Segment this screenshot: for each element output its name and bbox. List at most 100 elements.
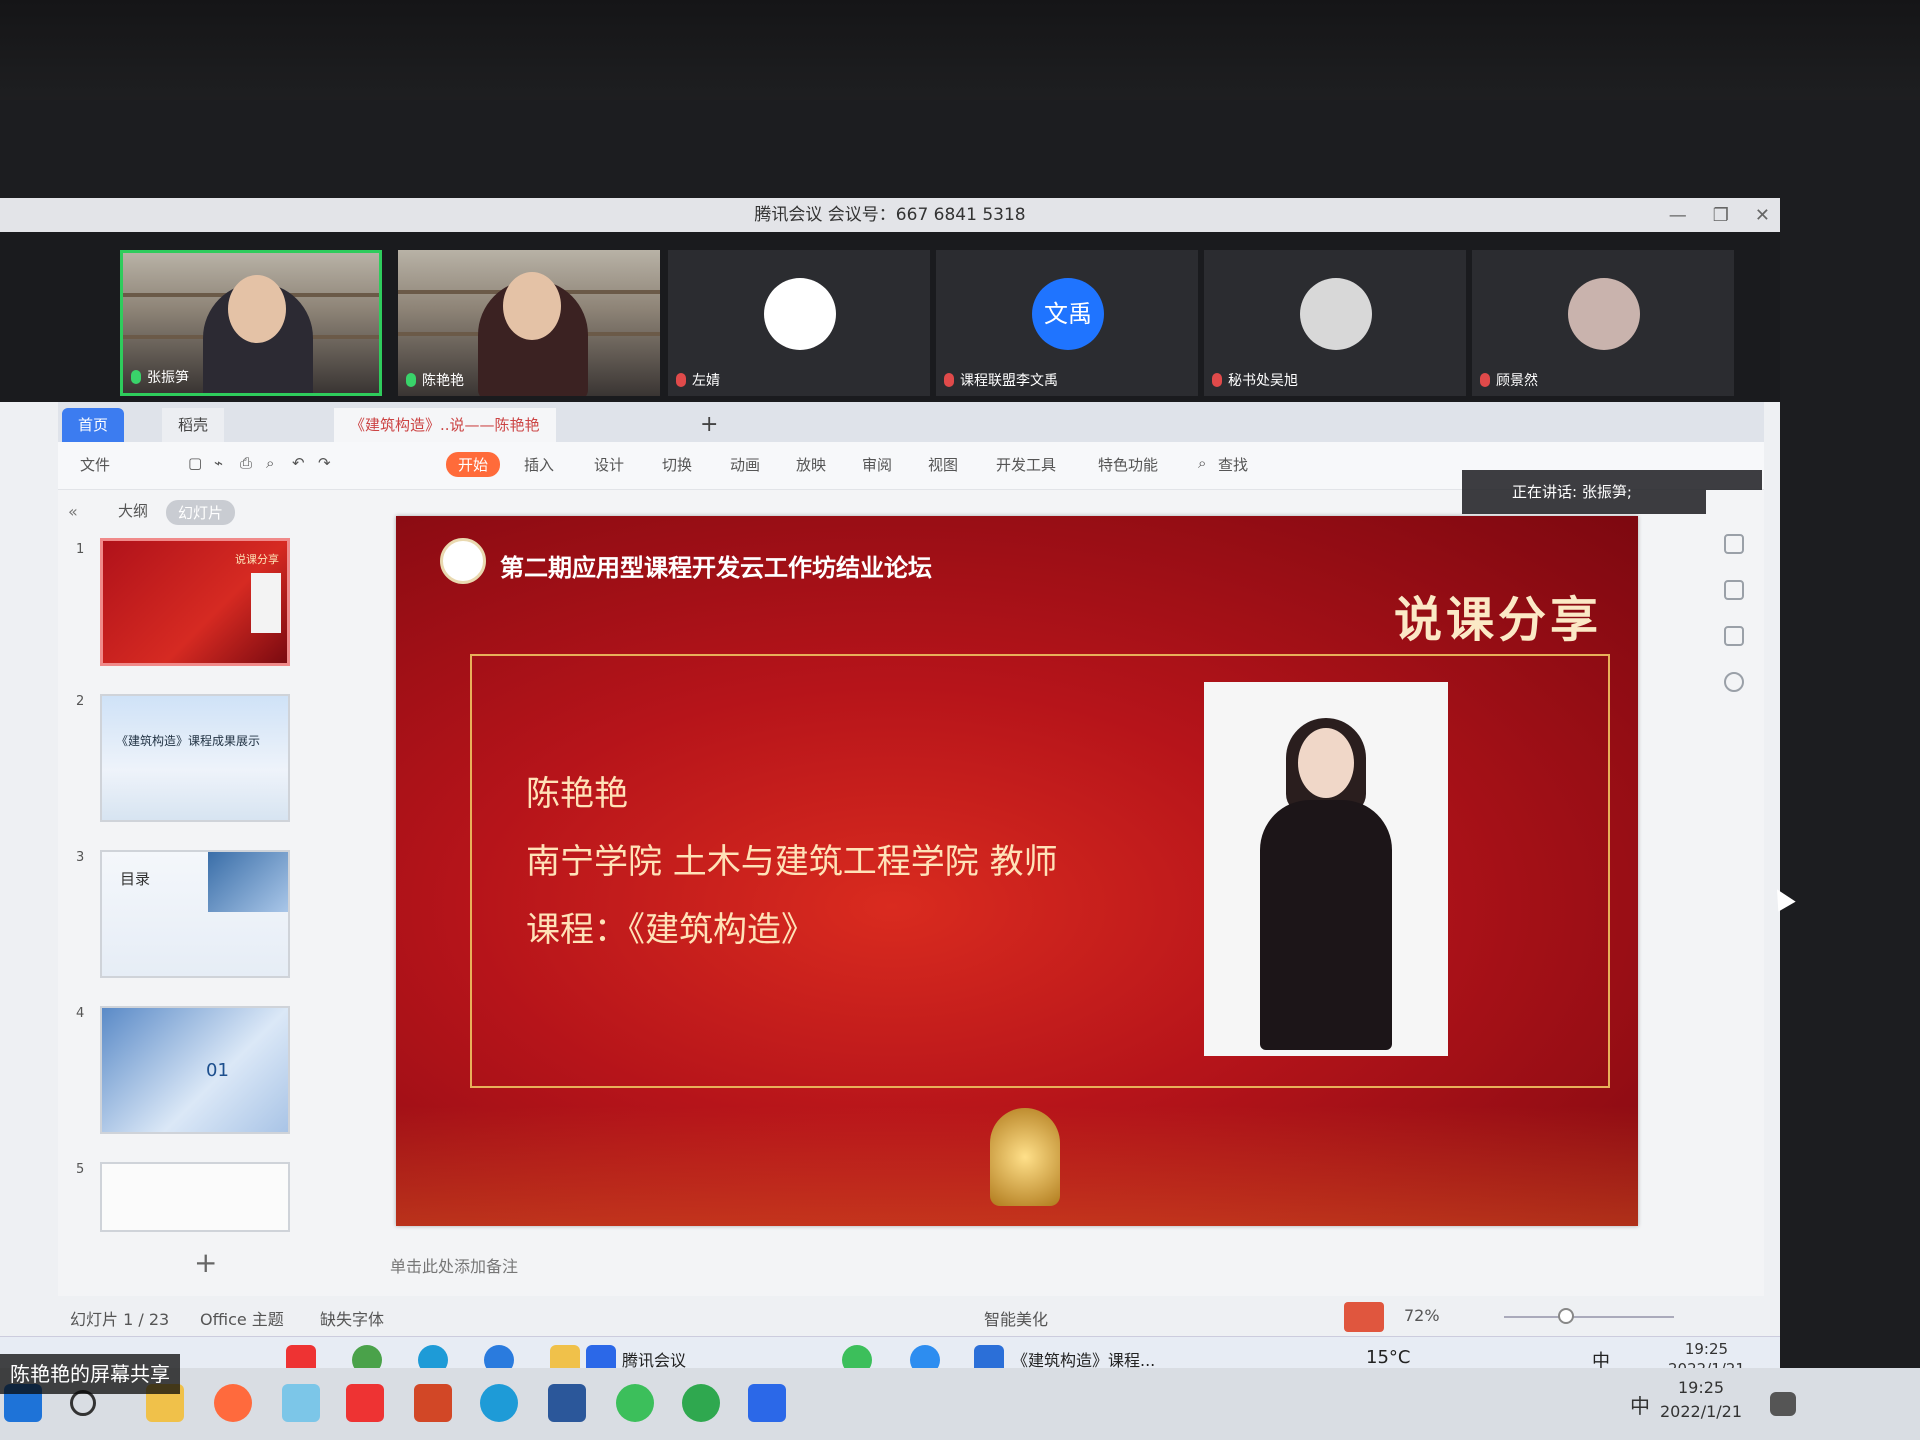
slide-thumbnail[interactable]: 《建筑构造》课程成果展示: [100, 694, 290, 822]
save-icon[interactable]: ▢: [188, 454, 202, 472]
preview-icon[interactable]: ⌕: [266, 454, 274, 472]
slide-thumbnail[interactable]: [100, 1162, 290, 1232]
menu-review[interactable]: 审阅: [862, 454, 892, 475]
kugou-icon[interactable]: [484, 1345, 514, 1368]
participant-name: 张振笋: [147, 370, 189, 386]
taskbar-wps-label[interactable]: 《建筑构造》课程...: [1012, 1347, 1155, 1368]
avatar: 文禹: [1032, 278, 1104, 350]
status-bar: 幻灯片 1 / 23 Office 主题 缺失字体 智能美化 72%: [58, 1296, 1764, 1336]
copy-icon[interactable]: [1724, 626, 1744, 646]
menu-features[interactable]: 特色功能: [1098, 454, 1158, 475]
star-icon[interactable]: [1724, 580, 1744, 600]
missing-font[interactable]: 缺失字体: [320, 1306, 384, 1330]
presenter-org: 南宁学院 土木与建筑工程学院 教师: [526, 842, 1058, 882]
minimize-icon[interactable]: —: [1669, 205, 1687, 226]
edge-icon[interactable]: [480, 1384, 518, 1422]
format-painter-icon[interactable]: ⌁: [214, 454, 223, 472]
tencent-meeting-icon[interactable]: [748, 1384, 786, 1422]
netease-icon[interactable]: [286, 1345, 316, 1368]
zoom-level[interactable]: 72%: [1404, 1306, 1440, 1325]
menu-start[interactable]: 开始: [446, 452, 501, 477]
zoom-slider[interactable]: [1504, 1316, 1674, 1318]
restore-icon[interactable]: ❐: [1713, 205, 1729, 226]
clock-date: 2022/1/21: [1668, 1359, 1745, 1368]
redo-icon[interactable]: ↷: [318, 454, 331, 472]
app-icon[interactable]: [282, 1384, 320, 1422]
word-icon[interactable]: [548, 1384, 586, 1422]
menu-transition[interactable]: 切换: [662, 454, 692, 475]
slide-thumbnail[interactable]: 说课分享: [100, 538, 290, 666]
zoom-knob[interactable]: [1558, 1308, 1574, 1324]
close-icon[interactable]: ✕: [1755, 205, 1770, 226]
chrome-icon[interactable]: [352, 1345, 382, 1368]
notification-icon[interactable]: [1770, 1392, 1796, 1416]
qq-browser-icon[interactable]: [910, 1345, 940, 1368]
tab-outline[interactable]: 大纲: [118, 500, 148, 525]
menu-file[interactable]: 文件: [80, 454, 110, 475]
play-icon[interactable]: [1344, 1302, 1384, 1332]
mic-muted-icon: [1480, 373, 1490, 387]
powerpoint-icon[interactable]: [414, 1384, 452, 1422]
avatar: [764, 278, 836, 350]
ime-indicator[interactable]: 中: [1592, 1347, 1610, 1368]
face: [503, 272, 561, 340]
wechat-icon[interactable]: [842, 1345, 872, 1368]
clock[interactable]: 19:25 2022/1/21: [1660, 1376, 1742, 1424]
video-tile[interactable]: 秘书处吴旭: [1204, 250, 1466, 396]
clock-time: 19:25: [1684, 1340, 1729, 1358]
smart-beautify[interactable]: 智能美化: [984, 1306, 1048, 1330]
wps-icon[interactable]: [974, 1345, 1004, 1368]
video-tile[interactable]: 张振笋: [120, 250, 382, 396]
add-slide-button[interactable]: +: [194, 1246, 217, 1279]
undo-icon[interactable]: ↶: [292, 454, 305, 472]
print-icon[interactable]: ⎙: [240, 454, 252, 472]
slide-number: 5: [76, 1162, 85, 1177]
ime-indicator[interactable]: 中: [1630, 1390, 1650, 1419]
properties-icon[interactable]: [1724, 534, 1744, 554]
menu-design[interactable]: 设计: [594, 454, 624, 475]
course-name: 课程：《建筑构造》: [526, 910, 815, 950]
search-icon[interactable]: ⌕: [1198, 454, 1206, 472]
tab-docer[interactable]: 稻壳: [162, 408, 225, 442]
logo-icon: [440, 538, 486, 584]
tab-home[interactable]: 首页: [62, 408, 125, 442]
slide-canvas[interactable]: 第二期应用型课程开发云工作坊结业论坛 说课分享 陈艳艳 南宁学院 土木与建筑工程…: [396, 516, 1638, 1226]
clock[interactable]: 19:25 2022/1/21: [1668, 1339, 1745, 1368]
search-app-icon[interactable]: [214, 1384, 252, 1422]
tencent-meeting-icon[interactable]: [586, 1345, 616, 1368]
wechat-icon[interactable]: [616, 1384, 654, 1422]
slide-thumbnail[interactable]: 01: [100, 1006, 290, 1134]
menu-view[interactable]: 视图: [928, 454, 958, 475]
edge-icon[interactable]: [418, 1345, 448, 1368]
ribbon-toolbar: 文件 ▢ ⌁ ⎙ ⌕ ↶ ↷ 开始 插入 设计 切换 动画 放映 审阅 视图 开…: [58, 442, 1764, 514]
folder-icon[interactable]: [550, 1345, 580, 1368]
menu-devtools[interactable]: 开发工具: [996, 454, 1056, 475]
participant-name: 秘书处吴旭: [1228, 373, 1298, 389]
menu-slideshow[interactable]: 放映: [796, 454, 826, 475]
video-tile[interactable]: 陈艳艳: [398, 250, 660, 396]
help-icon[interactable]: [1724, 672, 1744, 692]
notes-area[interactable]: 单击此处添加备注: [358, 1250, 1708, 1284]
video-tile[interactable]: 左婧: [668, 250, 930, 396]
menu-insert[interactable]: 插入: [524, 454, 554, 475]
mic-icon: [131, 370, 141, 384]
search-label[interactable]: 查找: [1218, 454, 1248, 475]
taskbar-meeting-label[interactable]: 腾讯会议: [622, 1347, 686, 1368]
ie-icon[interactable]: [682, 1384, 720, 1422]
collapse-icon[interactable]: «: [68, 502, 78, 521]
new-tab-button[interactable]: +: [684, 408, 734, 442]
slide-thumbnail[interactable]: 目录: [100, 850, 290, 978]
weather[interactable]: 15°C: [1366, 1347, 1410, 1368]
clock-time: 19:25: [1677, 1378, 1725, 1397]
window-controls: — ❐ ✕: [1669, 198, 1770, 232]
menu-animation[interactable]: 动画: [730, 454, 760, 475]
tab-slides[interactable]: 幻灯片: [166, 500, 236, 525]
video-tile[interactable]: 文禹 课程联盟李文禹: [936, 250, 1198, 396]
youdao-icon[interactable]: [346, 1384, 384, 1422]
video-tile[interactable]: 顾景然: [1472, 250, 1734, 396]
microphone-icon: [990, 1108, 1060, 1206]
slide-panel: « 大纲 幻灯片 1 说课分享 2 《建筑构造》课程成果展示 3 目录 4 01: [58, 490, 358, 1250]
video-strip: 张振笋 陈艳艳 左婧 文禹 课程联盟李文禹 秘书处吴旭 顾景然: [0, 232, 1780, 402]
tab-bar: 首页 稻壳 《建筑构造》..说——陈艳艳 +: [58, 402, 1764, 442]
tab-document[interactable]: 《建筑构造》..说——陈艳艳: [334, 408, 556, 442]
